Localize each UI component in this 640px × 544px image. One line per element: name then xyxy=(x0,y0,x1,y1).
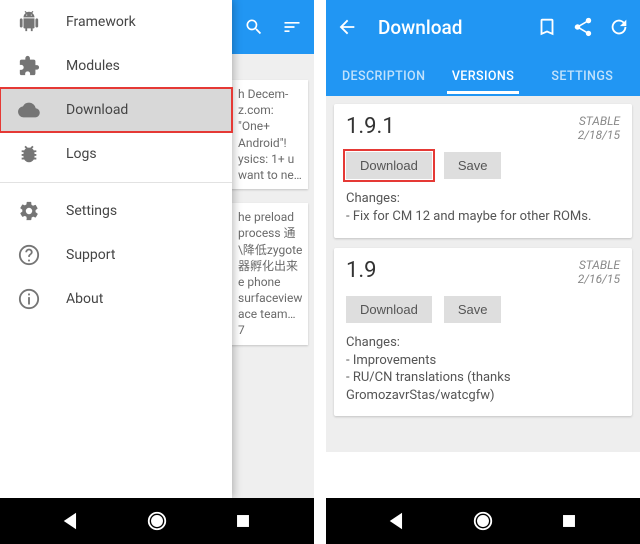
changes-heading: Changes: xyxy=(346,335,620,350)
version-card: 1.9 STABLE 2/16/15 Download Save Changes… xyxy=(334,248,632,417)
sidebar-item-download[interactable]: Download xyxy=(0,88,232,132)
release-date: 2/18/15 xyxy=(578,128,620,142)
download-button[interactable]: Download xyxy=(346,152,432,179)
nav-home-icon[interactable] xyxy=(472,510,494,532)
save-button[interactable]: Save xyxy=(444,152,502,179)
share-icon[interactable] xyxy=(572,16,594,38)
info-icon xyxy=(18,288,40,310)
version-number: 1.9.1 xyxy=(346,114,395,139)
tab-description[interactable]: DESCRIPTION xyxy=(334,57,433,94)
version-card: 1.9.1 STABLE 2/18/15 Download Save Chang… xyxy=(334,104,632,238)
sidebar-item-settings[interactable]: Settings xyxy=(0,189,232,233)
search-icon[interactable] xyxy=(244,17,264,37)
sort-icon[interactable] xyxy=(282,17,302,37)
sidebar-item-label: Modules xyxy=(66,58,120,74)
download-button[interactable]: Download xyxy=(346,296,432,323)
refresh-icon[interactable] xyxy=(608,16,630,38)
puzzle-icon xyxy=(18,55,40,77)
release-date: 2/16/15 xyxy=(578,272,620,286)
sidebar-item-label: Settings xyxy=(66,203,117,219)
versions-list: 1.9.1 STABLE 2/18/15 Download Save Chang… xyxy=(326,96,640,452)
android-navbar xyxy=(326,498,640,544)
sidebar-item-label: Support xyxy=(66,247,115,263)
sidebar-item-framework[interactable]: Framework xyxy=(0,0,232,44)
sidebar-item-label: About xyxy=(66,291,103,307)
channel-label: STABLE xyxy=(578,114,620,128)
bookmark-icon[interactable] xyxy=(536,16,558,38)
android-navbar xyxy=(0,498,314,544)
divider xyxy=(0,182,232,183)
nav-home-icon[interactable] xyxy=(146,510,168,532)
tab-settings[interactable]: SETTINGS xyxy=(533,57,632,94)
nav-drawer: Framework Modules Download xyxy=(0,0,232,498)
changes-text: - Fix for CM 12 and maybe for other ROMs… xyxy=(346,208,620,226)
bg-card: h Decem- z.com: "One+ Android"! ysics: 1… xyxy=(230,80,308,189)
back-arrow-icon[interactable] xyxy=(336,16,358,38)
sidebar-item-label: Logs xyxy=(66,146,97,162)
nav-recent-icon[interactable] xyxy=(232,510,254,532)
page-title: Download xyxy=(372,16,522,39)
sidebar-item-about[interactable]: About xyxy=(0,277,232,321)
gear-icon xyxy=(18,200,40,222)
sidebar-item-label: Framework xyxy=(66,14,136,30)
tab-versions[interactable]: VERSIONS xyxy=(433,57,532,94)
nav-back-icon[interactable] xyxy=(60,510,82,532)
changes-text: - Improvements - RU/CN translations (tha… xyxy=(346,352,620,405)
appbar: Download DESCRIPTION VERSIONS SETTINGS xyxy=(326,0,640,96)
android-icon xyxy=(18,11,40,33)
bug-icon xyxy=(18,143,40,165)
channel-label: STABLE xyxy=(578,258,620,272)
bg-card: he preload process 通 \降低zygote 器孵化出来 e p… xyxy=(230,203,308,345)
background-content: h Decem- z.com: "One+ Android"! ysics: 1… xyxy=(224,0,314,498)
sidebar-item-label: Download xyxy=(66,102,128,118)
tab-bar: DESCRIPTION VERSIONS SETTINGS xyxy=(326,54,640,96)
cloud-icon xyxy=(18,99,40,121)
sidebar-item-support[interactable]: Support xyxy=(0,233,232,277)
help-icon xyxy=(18,244,40,266)
version-number: 1.9 xyxy=(346,258,377,283)
changes-heading: Changes: xyxy=(346,191,620,206)
save-button[interactable]: Save xyxy=(444,296,502,323)
sidebar-item-modules[interactable]: Modules xyxy=(0,44,232,88)
nav-recent-icon[interactable] xyxy=(558,510,580,532)
nav-back-icon[interactable] xyxy=(386,510,408,532)
sidebar-item-logs[interactable]: Logs xyxy=(0,132,232,176)
